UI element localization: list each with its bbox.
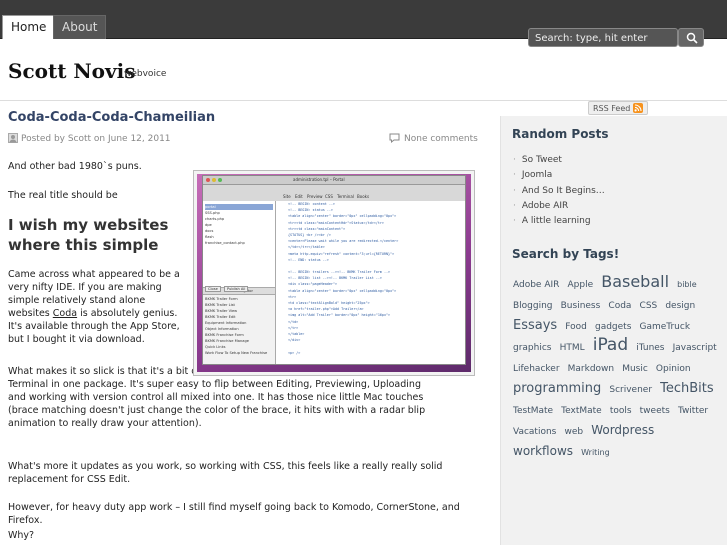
random-post-link[interactable]: So Tweet	[513, 153, 605, 168]
tag-link[interactable]: GameTruck	[640, 322, 691, 332]
post-paragraph: The real title should be	[8, 190, 118, 201]
rss-feed-label: RSS Feed	[593, 104, 631, 113]
tag-link[interactable]: CSS	[640, 301, 658, 311]
rss-feed-link[interactable]: RSS Feed	[588, 101, 649, 115]
zoom-dot-icon	[218, 178, 222, 182]
post-paragraph: Why?	[8, 530, 35, 541]
site-title[interactable]: Scott Novis	[8, 59, 136, 83]
user-icon	[8, 133, 18, 143]
tag-link[interactable]: Apple	[568, 280, 594, 290]
tag-link[interactable]: Markdown	[568, 364, 614, 374]
random-posts-list: So Tweet Joomla And So It Begins… Adobe …	[513, 153, 605, 229]
minimize-dot-icon	[212, 178, 216, 182]
post-subheading: I wish my websites where this simple	[8, 216, 169, 254]
toolbar-tab: Books	[357, 194, 370, 199]
tag-link[interactable]: tools	[610, 406, 632, 416]
file-sidebar: portal SSS.php charts.php dpe docs flash…	[203, 201, 276, 364]
navigator-list: BKMK Trailer Form BKMK Trailer List BKMK…	[203, 295, 275, 357]
toolbar-tab: Edit	[295, 194, 303, 199]
comments-link[interactable]: None comments	[389, 133, 478, 144]
post-meta-text: Posted by Scott on June 12, 2011	[21, 134, 171, 144]
post-title[interactable]: Coda-Coda-Coda-Chameilian	[8, 110, 215, 125]
coda-screenshot[interactable]: administration.tpl – Portal Site Edit Pr…	[193, 170, 475, 376]
random-post-link[interactable]: Adobe AIR	[513, 199, 605, 214]
nav-about-tab[interactable]: About	[53, 15, 107, 39]
code-editor: <!-- BEGIN: content --> <!-- BEGIN: statu…	[276, 201, 465, 364]
tag-link[interactable]: gadgets	[595, 322, 631, 332]
comments-count: None comments	[404, 134, 478, 144]
tag-link[interactable]: Coda	[608, 301, 631, 311]
navigator-item: Work Flow To Setup New Franchise	[205, 351, 268, 355]
rss-icon	[633, 103, 644, 113]
publish-all-button: Publish All	[223, 286, 249, 292]
post-paragraph: And other bad 1980`s puns.	[8, 161, 142, 172]
site-description: webvoice	[124, 69, 167, 79]
close-button: Close	[205, 286, 221, 292]
random-post-link[interactable]: And So It Begins…	[513, 184, 605, 199]
post-paragraph: Came across what appeared to be a very n…	[8, 268, 186, 346]
tag-link[interactable]: Scrivener	[609, 385, 652, 395]
toolbar-tab: CSS	[325, 194, 333, 199]
sidebar-buttons: Close Publish All	[205, 286, 249, 292]
tag-link[interactable]: graphics	[513, 343, 551, 353]
tag-link[interactable]: design	[665, 301, 695, 311]
tag-cloud: Adobe AIR Apple Baseball bible Blogging …	[513, 273, 721, 461]
tags-title: Search by Tags!	[512, 247, 620, 261]
coda-link[interactable]: Coda	[53, 308, 77, 319]
tag-link[interactable]: TechBits	[660, 381, 714, 396]
tag-link[interactable]: programming	[513, 381, 601, 396]
tag-link[interactable]: Lifehacker	[513, 364, 560, 374]
coda-window: administration.tpl – Portal Site Edit Pr…	[202, 175, 466, 365]
toolbar-tab: Terminal	[337, 194, 354, 199]
window-titlebar: administration.tpl – Portal	[203, 176, 465, 185]
tag-link[interactable]: Javascript	[673, 343, 717, 353]
random-post-link[interactable]: Joomla	[513, 168, 605, 183]
file-list: portal SSS.php charts.php dpe docs flash…	[203, 201, 275, 287]
tag-link[interactable]: Vacations	[513, 427, 556, 437]
close-dot-icon	[206, 178, 210, 182]
tag-link[interactable]: workflows	[513, 444, 573, 458]
tag-link[interactable]: TestMate	[513, 406, 553, 416]
search-button[interactable]	[678, 28, 704, 47]
tag-link[interactable]: tweets	[640, 406, 670, 416]
tag-link[interactable]: bible	[677, 280, 697, 289]
search-icon	[686, 32, 698, 44]
code-line: <p> />	[288, 350, 301, 355]
tag-link[interactable]: TextMate	[561, 406, 602, 416]
tag-link[interactable]: Business	[561, 301, 601, 311]
tag-link[interactable]: HTML	[560, 343, 585, 353]
tag-link[interactable]: Baseball	[601, 272, 669, 291]
tag-link[interactable]: Wordpress	[591, 423, 654, 437]
tag-link[interactable]: Music	[622, 364, 648, 374]
tag-link[interactable]: Blogging	[513, 301, 553, 311]
tag-link[interactable]: Opinion	[656, 364, 691, 374]
toolbar-tab: Site	[283, 194, 291, 199]
post-meta: Posted by Scott on June 12, 2011	[8, 133, 171, 144]
file-item: franchise_contact.php	[205, 241, 245, 245]
random-post-link[interactable]: A little learning	[513, 214, 605, 229]
tag-link[interactable]: Twitter	[678, 406, 708, 416]
code-lines: <!-- BEGIN: content --> <!-- BEGIN: statu…	[288, 201, 465, 356]
tag-link[interactable]: Food	[565, 322, 587, 332]
random-posts-title: Random Posts	[512, 127, 609, 141]
tag-link[interactable]: iTunes	[636, 343, 664, 353]
tag-link[interactable]: Essays	[513, 318, 557, 333]
window-toolbar: Site Edit Preview CSS Terminal Books	[203, 185, 465, 202]
nav-home-tab[interactable]: Home	[2, 15, 56, 39]
toolbar-tab: Preview	[307, 194, 323, 199]
search-input[interactable]: Search: type, hit enter	[528, 28, 678, 47]
tag-link[interactable]: iPad	[593, 335, 628, 355]
window-title: administration.tpl – Portal	[293, 177, 345, 182]
post-paragraph: However, for heavy duty app work – I sti…	[8, 502, 460, 526]
post-paragraph: What's more it updates as you work, so w…	[8, 461, 443, 485]
tag-link[interactable]: Adobe AIR	[513, 280, 559, 290]
tag-link[interactable]: web	[564, 427, 583, 437]
comment-icon	[389, 133, 400, 144]
tag-link[interactable]: Writing	[581, 448, 610, 457]
